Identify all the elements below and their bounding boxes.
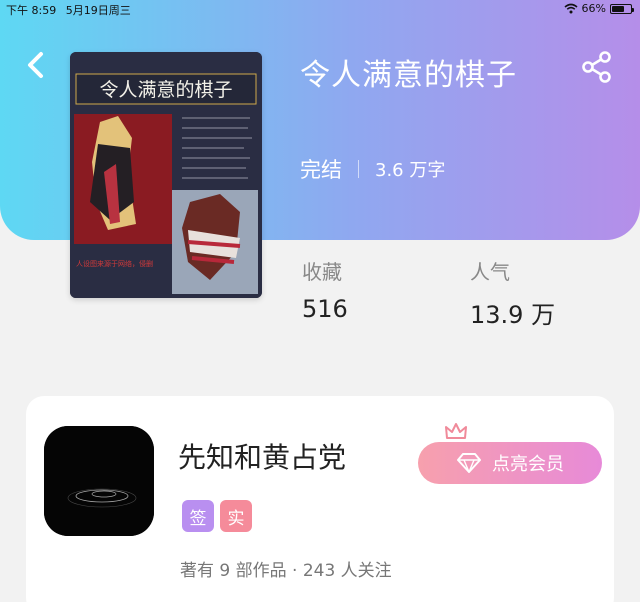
back-button[interactable] [22, 48, 50, 82]
book-meta: 完结 3.6 万字 [300, 154, 445, 184]
author-name[interactable]: 先知和黄占党 [178, 436, 346, 476]
favorites-stat: 收藏 516 [302, 256, 348, 323]
vip-button-label: 点亮会员 [492, 454, 564, 475]
popularity-value: 13.9 万 [470, 301, 556, 329]
popularity-stat: 人气 13.9 万 [470, 256, 555, 330]
completion-status: 完结 [300, 158, 342, 182]
favorites-label: 收藏 [302, 260, 342, 284]
book-detail-page: 下午 8:59 5月19日周三 66% 令人满意的棋子 人设图来源于网络，侵删 … [0, 0, 640, 602]
cover-title-text: 令人满意的棋子 [99, 79, 232, 101]
share-button[interactable] [580, 50, 614, 84]
vip-button[interactable]: 点亮会员 [418, 442, 602, 484]
cover-caption: 人设图来源于网络，侵删 [76, 259, 153, 268]
share-icon [582, 51, 611, 83]
popularity-label: 人气 [470, 260, 510, 284]
avatar-image [44, 426, 154, 536]
wifi-icon [564, 3, 578, 14]
crown-icon [445, 423, 467, 439]
diamond-icon [457, 453, 481, 473]
battery-icon [610, 3, 634, 14]
favorites-value: 516 [302, 295, 348, 323]
author-card[interactable]: 先知和黄占党 签 实 著有 9 部作品 · 243 人关注 点亮会员 [26, 396, 614, 602]
author-avatar[interactable] [44, 426, 154, 536]
status-date: 5月19日周三 [65, 4, 131, 17]
status-bar: 下午 8:59 5月19日周三 66% [0, 0, 640, 18]
book-cover[interactable]: 令人满意的棋子 人设图来源于网络，侵删 [70, 52, 262, 298]
back-arrow-icon [28, 52, 43, 78]
book-title: 令人满意的棋子 [300, 58, 517, 93]
cover-illustration: 令人满意的棋子 人设图来源于网络，侵删 [70, 52, 262, 298]
signed-badge: 签 [182, 500, 214, 532]
battery-percent: 66% [581, 2, 606, 15]
author-badges: 签 实 [182, 500, 252, 532]
meta-divider [358, 160, 359, 178]
author-works-summary: 著有 9 部作品 · 243 人关注 [180, 561, 392, 581]
word-count: 3.6 万字 [375, 160, 446, 181]
verified-badge: 实 [220, 500, 252, 532]
status-time: 下午 8:59 [6, 4, 57, 17]
battery-fill [612, 5, 624, 12]
